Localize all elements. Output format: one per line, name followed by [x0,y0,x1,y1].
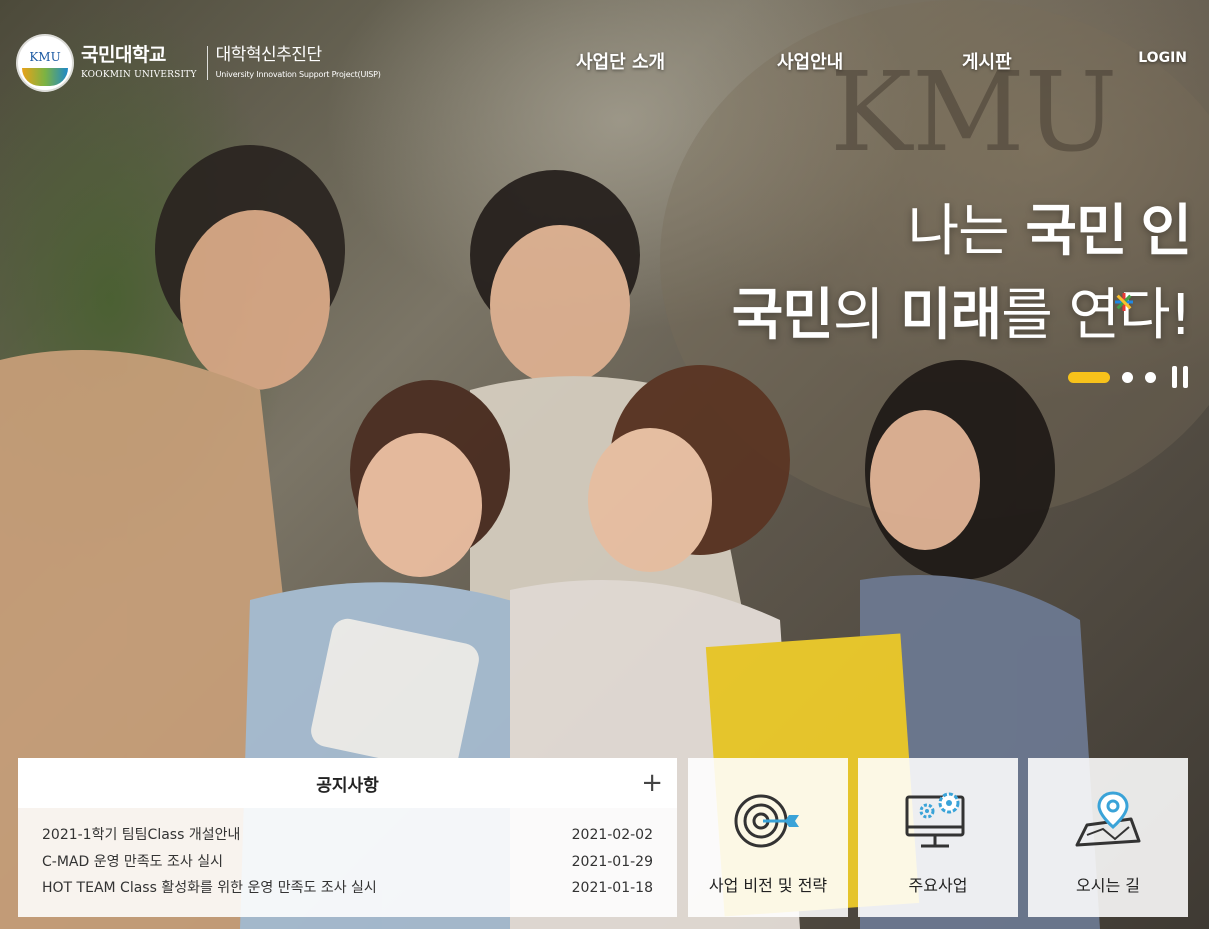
logo-divider [206,46,208,80]
map-pin-icon [1073,788,1143,854]
quick-link-main-projects[interactable]: 주요사업 [858,758,1018,917]
slide-indicator[interactable] [1122,371,1133,383]
pause-icon[interactable] [1172,366,1194,388]
notice-item-title: HOT TEAM Class 활성화를 위한 운영 만족도 조사 실시 [42,880,377,896]
slide-indicator[interactable] [1145,371,1156,383]
notice-header: 공지사항 + [18,758,677,808]
hero-banner: KMU KMU 국민대학교 KOOKMIN UNIVERSITY 대학혁신추진단… [0,0,1209,929]
headline-emphasis: 국민 [731,283,834,348]
site-logo[interactable]: KMU 국민대학교 KOOKMIN UNIVERSITY 대학혁신추진단 Uni… [18,36,381,90]
nav-item-about[interactable]: 사업단 소개 [576,48,665,74]
notice-item-title: 2021-1학기 팀팀Class 개설안내 [42,827,241,843]
headline-line-2: 국민의 미래를 연다! [731,274,1192,358]
target-icon [733,788,803,854]
slider-controls [1068,366,1194,388]
login-link[interactable]: LOGIN [1138,50,1187,66]
nav-item-board[interactable]: 게시판 [962,48,1012,74]
quick-link-label: 주요사업 [908,876,968,895]
notice-title: 공지사항 [316,775,379,796]
monitor-gears-icon [903,788,973,854]
headline-text: 의 [832,283,901,348]
notice-item[interactable]: C-MAD 운영 만족도 조사 실시 2021-01-29 [42,849,653,876]
logo-university-name: 국민대학교 [81,44,166,66]
headline-text: 를 연다! [1001,283,1192,348]
hero-headline: 나는 국민 인 국민의 미래를 연다! [731,190,1192,358]
slide-indicator-active[interactable] [1068,371,1110,383]
quick-link-vision[interactable]: 사업 비전 및 전략 [688,758,848,917]
headline-line-1: 나는 국민 인 [732,190,1192,311]
nav-item-business[interactable]: 사업안내 [777,48,843,74]
logo-university-name-en: KOOKMIN UNIVERSITY [81,70,197,80]
headline-emphasis: 국민 [1025,199,1127,264]
quick-link-label: 오시는 길 [1076,876,1140,895]
notice-panel: 공지사항 + 2021-1학기 팀팀Class 개설안내 2021-02-02 … [18,758,677,917]
notice-item-date: 2021-01-29 [571,853,653,870]
seal-text: KMU [29,50,61,64]
notice-item-title: C-MAD 운영 만족도 조사 실시 [42,853,223,870]
headline-emphasis: 미래 [900,283,1002,348]
headline-text: 나는 [907,199,1026,264]
notice-item-date: 2021-02-02 [571,827,653,843]
logo-department-name-en: University Innovation Support Project(UI… [215,70,381,79]
headline-emphasis-end: 인 [1140,199,1192,264]
notice-list: 2021-1학기 팀팀Class 개설안내 2021-02-02 C-MAD 운… [18,808,677,902]
quick-link-directions[interactable]: 오시는 길 [1028,758,1188,917]
notice-item[interactable]: 2021-1학기 팀팀Class 개설안내 2021-02-02 [42,822,653,849]
notice-more-button[interactable]: + [641,768,663,798]
kmu-seal-icon: KMU [18,36,72,90]
notice-item-date: 2021-01-18 [571,880,653,896]
logo-department-name: 대학혁신추진단 [215,45,322,65]
notice-item[interactable]: HOT TEAM Class 활성화를 위한 운영 만족도 조사 실시 2021… [42,875,653,902]
quick-link-label: 사업 비전 및 전략 [708,876,828,895]
